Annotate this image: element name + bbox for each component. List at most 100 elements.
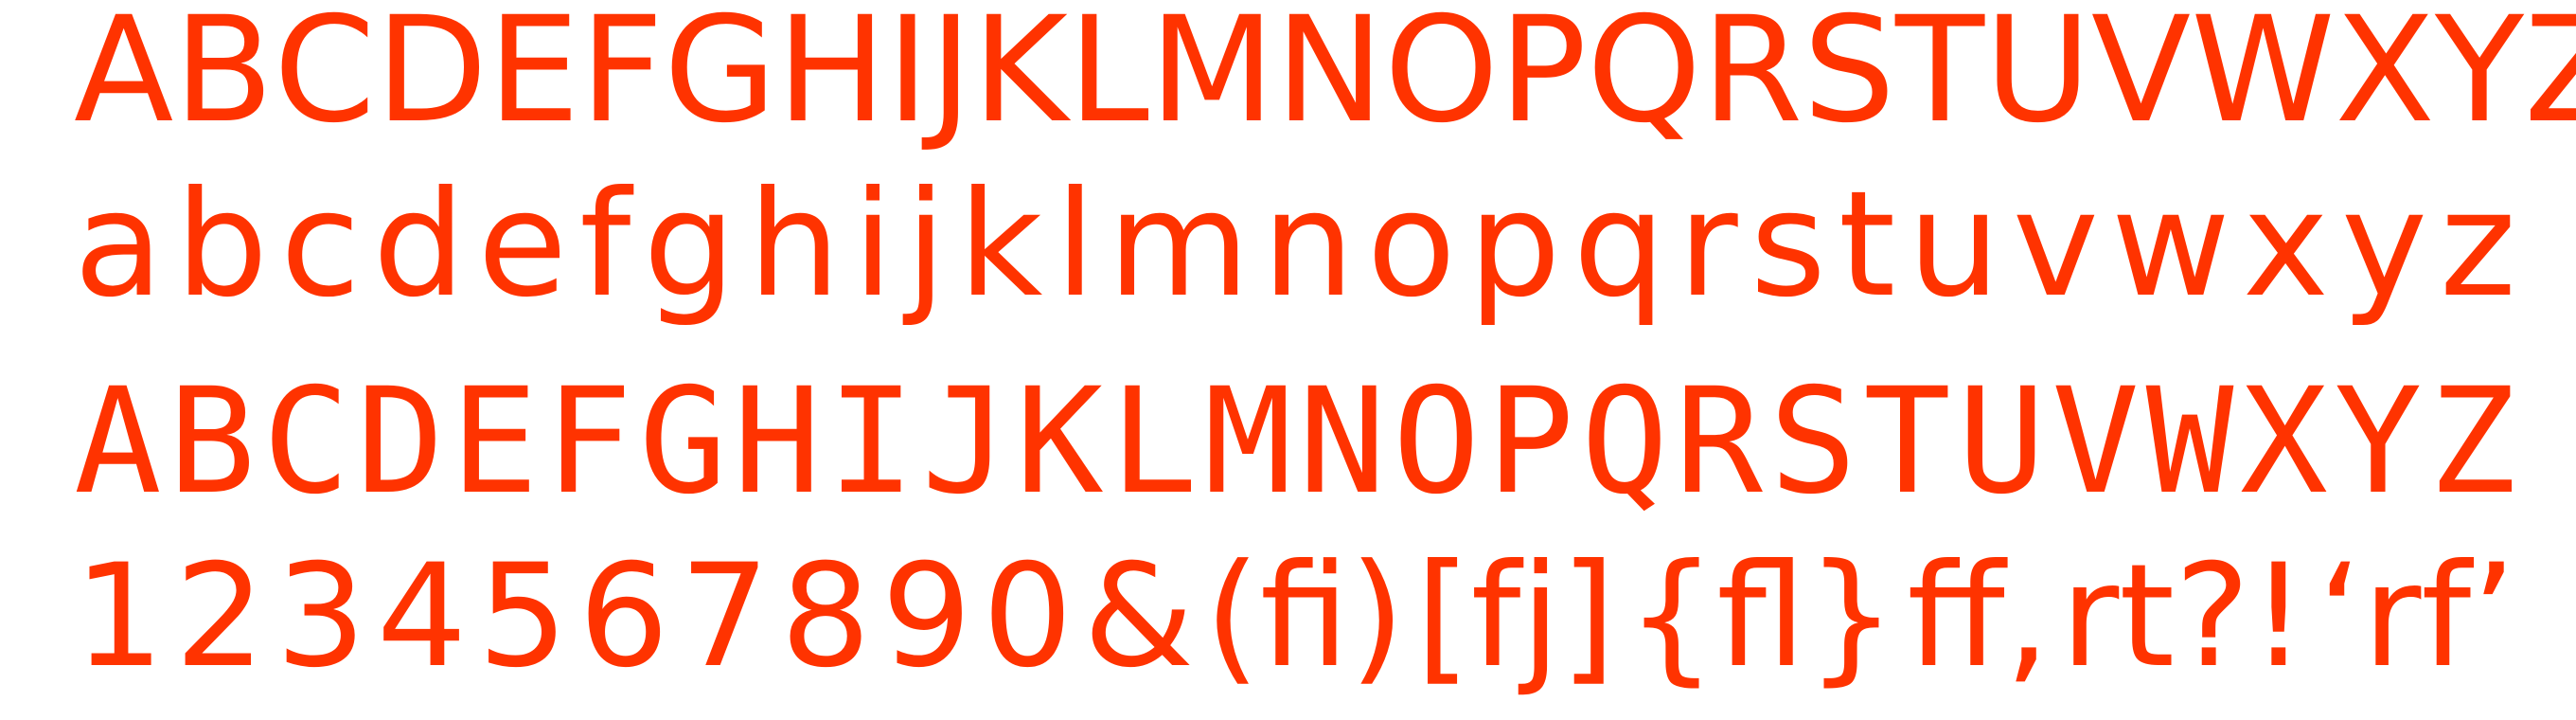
glyph: s [1750, 160, 1826, 330]
glyph: p [1467, 160, 1561, 330]
glyph: M [1148, 0, 1275, 155]
glyph: y [2340, 160, 2428, 330]
glyph: A [74, 357, 162, 527]
glyph: Q [1580, 357, 1669, 527]
glyph: 3 [275, 534, 366, 699]
glyph: J [921, 357, 1010, 527]
glyph: X [2335, 0, 2435, 155]
glyph: Y [2434, 0, 2525, 155]
glyph: U [1957, 357, 2046, 527]
uppercase-row-1: ABCDEFGHIJKLMNOPQRSTUVWXYZ [74, 0, 2576, 155]
glyph: E [488, 0, 580, 155]
glyph: f [579, 160, 631, 330]
glyph: A [74, 0, 174, 155]
glyph: X [2240, 357, 2328, 527]
glyph: w [2110, 160, 2230, 330]
figures-row: 1 2 3 4 5 6 7 8 9 0 & (fi) [fj] {fl} ff, rt?! ‘rf’ [74, 546, 2516, 688]
glyph: u [1908, 160, 2000, 330]
glyph: o [1366, 160, 1456, 330]
glyph: P [1499, 0, 1588, 155]
type-specimen: ABCDEFGHIJKLMNOPQRSTUVWXYZ abcdefghijklm… [0, 0, 2576, 720]
glyph: J [929, 0, 973, 155]
glyph: D [375, 0, 489, 155]
glyph: G [638, 357, 727, 527]
glyph: N [1274, 0, 1384, 155]
glyph: H [733, 357, 822, 527]
glyph: h [748, 160, 841, 330]
glyph: r [1678, 160, 1738, 330]
glyph: 5 [477, 534, 568, 699]
glyph: L [1068, 0, 1149, 155]
glyph: d [372, 160, 466, 330]
glyph: 1 [74, 534, 165, 699]
glyph: c [280, 160, 361, 330]
glyph: Z [2428, 357, 2516, 527]
glyph: 0 [982, 534, 1074, 699]
glyph: I [886, 0, 930, 155]
glyph: O [1383, 0, 1500, 155]
glyph: [fj] [1415, 534, 1616, 699]
glyph: j [905, 160, 947, 330]
glyph: Y [2334, 357, 2423, 527]
glyph: K [1015, 357, 1104, 527]
glyph: g [643, 160, 737, 330]
glyph: b [175, 160, 269, 330]
glyph: O [1392, 357, 1481, 527]
glyph: ‘rf’ [2318, 534, 2516, 699]
glyph: 6 [578, 534, 669, 699]
glyph: q [1572, 160, 1666, 330]
glyph: e [477, 160, 568, 330]
glyph: L [1110, 357, 1199, 527]
glyph: K [972, 0, 1069, 155]
glyph: R [1675, 357, 1763, 527]
glyph: W [2191, 0, 2336, 155]
glyph: z [2440, 160, 2516, 330]
glyph: D [356, 357, 445, 527]
glyph: l [1055, 160, 1096, 330]
glyph: n [1262, 160, 1355, 330]
glyph: I [826, 357, 915, 527]
glyph: 2 [174, 534, 266, 699]
glyph: x [2242, 160, 2329, 330]
glyph: P [1486, 357, 1574, 527]
glyph: G [664, 0, 777, 155]
glyph: Q [1587, 0, 1702, 155]
glyph: T [1863, 357, 1951, 527]
glyph: B [173, 0, 275, 155]
glyph: k [958, 160, 1043, 330]
glyph: M [1203, 357, 1292, 527]
glyph: rt?! [2060, 534, 2307, 699]
glyph: F [544, 357, 633, 527]
glyph: C [274, 0, 376, 155]
glyph: S [1803, 0, 1896, 155]
glyph: U [1984, 0, 2091, 155]
glyph: 9 [881, 534, 972, 699]
glyph: F [579, 0, 665, 155]
uppercase-row-2: ABCDEFGHIJKLMNOPQRSTUVWXYZ [74, 369, 2516, 515]
glyph: V [2090, 0, 2192, 155]
glyph: Z [2524, 0, 2576, 155]
glyph: T [1895, 0, 1985, 155]
glyph: E [450, 357, 539, 527]
glyph: 4 [376, 534, 468, 699]
glyph: S [1768, 357, 1857, 527]
glyph: a [74, 160, 164, 330]
glyph: i [852, 160, 894, 330]
glyph: & [1083, 534, 1195, 699]
glyph: B [168, 357, 257, 527]
glyph: v [2012, 160, 2099, 330]
glyph: {fl} [1626, 534, 1897, 699]
glyph: C [261, 357, 350, 527]
glyph: N [1298, 357, 1387, 527]
glyph: V [2052, 357, 2140, 527]
glyph: R [1701, 0, 1803, 155]
glyph: 7 [679, 534, 771, 699]
glyph: H [776, 0, 887, 155]
glyph: m [1108, 160, 1251, 330]
glyph: (fi) [1204, 534, 1405, 699]
lowercase-row: abcdefghijklmnopqrstuvwxyz [74, 172, 2516, 318]
glyph: W [2145, 357, 2234, 527]
glyph: 8 [780, 534, 871, 699]
glyph: t [1838, 160, 1896, 330]
glyph: ff, [1907, 534, 2051, 699]
